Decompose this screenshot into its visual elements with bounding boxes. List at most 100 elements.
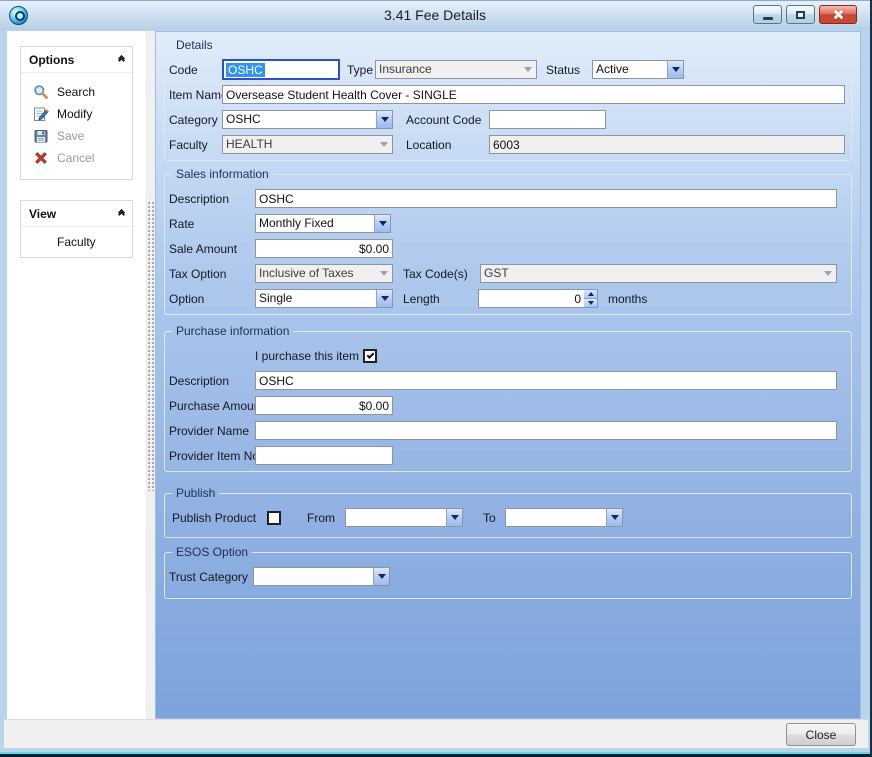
footer-bar: Close (4, 719, 868, 748)
spinner-up-button[interactable] (584, 290, 597, 298)
option-dropdown[interactable]: Single (255, 289, 393, 308)
category-dropdown[interactable]: OSHC (222, 110, 393, 129)
close-window-button[interactable] (819, 5, 857, 24)
location-label: Location (406, 138, 489, 152)
sale-amount-input[interactable] (255, 239, 393, 258)
purchase-amount-input[interactable] (255, 396, 393, 415)
dropdown-arrow-icon (373, 568, 389, 585)
spinner-down-icon (588, 301, 594, 305)
sales-description-input[interactable] (255, 189, 837, 208)
tax-codes-label: Tax Code(s) (403, 267, 480, 281)
code-input[interactable]: OSHC (222, 59, 340, 80)
purchase-description-label: Description (167, 374, 255, 388)
status-dropdown[interactable]: Active (592, 60, 684, 79)
publish-to-dropdown[interactable] (505, 508, 623, 527)
spinner-up-icon (588, 292, 594, 296)
cancel-icon (33, 150, 49, 166)
tax-option-label: Tax Option (167, 267, 255, 281)
spinner-buttons (584, 289, 598, 308)
fee-details-window: 3.41 Fee Details Options (0, 0, 872, 757)
trust-category-label: Trust Category (167, 570, 253, 584)
main-panel: Details Code OSHC Type Insurance Status … (155, 31, 861, 719)
title-bar[interactable]: 3.41 Fee Details (0, 0, 870, 30)
type-label: Type (347, 63, 375, 77)
publish-product-label: Publish Product (167, 511, 267, 525)
collapse-chevron-icon[interactable] (119, 210, 124, 217)
collapse-chevron-icon[interactable] (119, 56, 124, 63)
view-panel: View Faculty (20, 200, 133, 258)
provider-item-no-input[interactable] (255, 446, 393, 465)
purchase-checkbox-label: I purchase this item (255, 349, 363, 363)
dropdown-arrow-icon (376, 265, 392, 282)
type-dropdown: Insurance (375, 60, 537, 79)
details-legend: Details (172, 38, 217, 52)
minimize-button[interactable] (753, 5, 782, 24)
publish-legend: Publish (172, 486, 219, 500)
provider-name-input[interactable] (255, 421, 837, 440)
publish-product-checkbox[interactable] (267, 511, 281, 525)
purchase-description-input[interactable] (255, 371, 837, 390)
maximize-button[interactable] (786, 5, 815, 24)
rate-label: Rate (167, 217, 255, 231)
sidebar-item-faculty[interactable]: Faculty (21, 227, 132, 257)
sidebar-item-modify[interactable]: Modify (21, 103, 132, 125)
status-label: Status (546, 63, 592, 77)
tax-codes-dropdown: GST (480, 264, 837, 283)
view-panel-header[interactable]: View (21, 201, 132, 227)
minimize-icon (763, 17, 773, 20)
dropdown-arrow-icon (376, 111, 392, 128)
location-input (489, 135, 845, 154)
spinner-down-button[interactable] (584, 298, 597, 307)
sidebar-item-label: Search (57, 85, 95, 99)
dropdown-arrow-icon (667, 61, 683, 78)
tax-option-dropdown: Inclusive of Taxes (255, 264, 393, 283)
sidebar-item-search[interactable]: Search (21, 81, 132, 103)
purchase-legend: Purchase information (172, 324, 293, 338)
rate-dropdown[interactable]: Monthly Fixed (255, 214, 391, 233)
dropdown-arrow-icon (376, 290, 392, 307)
provider-item-no-label: Provider Item No (167, 449, 255, 463)
purchase-section: Purchase information I purchase this ite… (164, 324, 852, 472)
trust-category-dropdown[interactable] (253, 567, 390, 586)
months-label: months (608, 292, 647, 306)
window-frame-bottom (0, 748, 870, 757)
length-spinner[interactable] (478, 289, 598, 308)
provider-name-label: Provider Name (167, 424, 255, 438)
window-controls (753, 5, 857, 24)
purchase-item-checkbox[interactable] (363, 349, 377, 363)
sidebar-item-label: Modify (57, 107, 92, 121)
sidebar-item-save[interactable]: Save (21, 125, 132, 147)
close-button[interactable]: Close (786, 723, 856, 746)
sale-amount-label: Sale Amount (167, 242, 255, 256)
options-panel-header[interactable]: Options (21, 47, 132, 73)
code-label: Code (167, 63, 222, 77)
code-selected-text: OSHC (226, 63, 265, 77)
account-code-input[interactable] (489, 110, 606, 129)
category-label: Category (167, 113, 222, 127)
faculty-label: Faculty (167, 138, 222, 152)
dropdown-arrow-icon (606, 509, 622, 526)
option-label: Option (167, 292, 255, 306)
dropdown-arrow-icon (520, 61, 536, 78)
length-label: Length (403, 292, 478, 306)
checkmark-icon (366, 351, 374, 359)
sidebar-item-cancel[interactable]: Cancel (21, 147, 132, 169)
item-name-input[interactable] (222, 85, 845, 104)
splitter-dots (147, 201, 154, 491)
publish-from-label: From (307, 511, 345, 525)
save-icon (33, 128, 49, 144)
splitter-handle[interactable] (146, 31, 155, 719)
esos-section: ESOS Option Trust Category (164, 545, 852, 599)
item-name-label: Item Name (167, 88, 222, 102)
purchase-amount-label: Purchase Amount (167, 399, 255, 413)
publish-from-dropdown[interactable] (345, 508, 463, 527)
faculty-dropdown: HEALTH (222, 135, 393, 154)
dropdown-arrow-icon (374, 215, 390, 232)
sales-section: Sales information Description Rate Month… (164, 167, 852, 315)
account-code-label: Account Code (406, 113, 489, 127)
sidebar: Options Search Modify (7, 31, 146, 719)
publish-section: Publish Publish Product From To (164, 486, 852, 538)
details-section: Details Code OSHC Type Insurance Status … (164, 38, 852, 161)
length-input[interactable] (478, 289, 584, 308)
search-icon (33, 84, 49, 100)
